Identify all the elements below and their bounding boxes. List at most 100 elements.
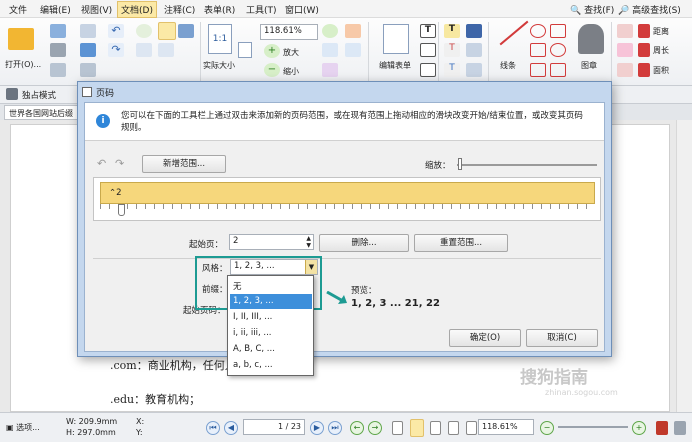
share-icon[interactable] xyxy=(80,43,96,57)
email-icon[interactable] xyxy=(80,24,96,38)
cancel-button[interactable]: 取消(C) xyxy=(526,329,598,347)
zoom-out-icon[interactable]: − xyxy=(264,63,280,77)
zoom-in-icon[interactable]: + xyxy=(264,44,280,58)
reset-range-button[interactable]: 重置范围... xyxy=(414,234,508,252)
exclusive-mode-button[interactable]: 独占模式 xyxy=(22,89,56,101)
exclusive-mode-icon[interactable] xyxy=(6,88,18,100)
perimeter-icon[interactable] xyxy=(638,43,650,57)
area-label[interactable]: 面积 xyxy=(653,65,669,76)
perimeter-label[interactable]: 周长 xyxy=(653,45,669,56)
edit-form-label[interactable]: 编辑表单 xyxy=(379,60,411,71)
page-icon[interactable] xyxy=(50,63,66,77)
redo-icon[interactable]: ↷ xyxy=(108,43,124,57)
stamp-label[interactable]: 图章 xyxy=(581,60,597,71)
document-tab[interactable]: 世界各国网站后缀 xyxy=(4,105,78,120)
status-zoom-out-icon[interactable]: − xyxy=(540,421,554,435)
next-page-button[interactable]: ▶ xyxy=(310,421,324,435)
style-option[interactable]: a, b, c, ... xyxy=(230,358,312,373)
redo-icon[interactable]: ↷ xyxy=(115,157,124,170)
menu-file[interactable]: 文件 xyxy=(9,3,27,16)
area-highlight-icon[interactable] xyxy=(617,63,633,77)
continuous-facing-icon[interactable] xyxy=(448,421,459,435)
polygon-icon[interactable] xyxy=(550,24,566,38)
undo-icon[interactable]: ↶ xyxy=(97,157,106,170)
open-folder-icon[interactable] xyxy=(8,28,34,50)
first-page-button[interactable]: ⏮ xyxy=(206,421,220,435)
stamp-icon[interactable] xyxy=(578,24,604,54)
save-icon[interactable] xyxy=(50,24,66,38)
single-page-icon[interactable] xyxy=(392,421,403,435)
open-label[interactable]: 打开(O)... xyxy=(5,59,41,70)
underline-icon[interactable]: T xyxy=(444,63,460,77)
style-option[interactable]: I, II, III, ... xyxy=(230,310,312,325)
continuous-page-icon[interactable] xyxy=(410,419,424,437)
style-option[interactable]: 无 xyxy=(230,278,312,293)
new-range-button[interactable]: 新增范围... xyxy=(142,155,226,173)
zoom-slider-thumb[interactable] xyxy=(458,158,462,170)
resize-grip-icon[interactable] xyxy=(674,421,686,435)
paperclip-icon[interactable] xyxy=(466,43,482,57)
textbox-icon[interactable] xyxy=(420,43,436,57)
select-area-icon[interactable] xyxy=(158,43,174,57)
line-tool-icon[interactable] xyxy=(499,20,529,46)
fit-page-icon[interactable] xyxy=(238,42,252,58)
attach-icon[interactable] xyxy=(466,24,482,38)
sound-icon[interactable] xyxy=(466,63,482,77)
start-page-input[interactable]: 2 ▲ ▼ xyxy=(229,234,314,250)
circle-icon[interactable] xyxy=(530,24,546,38)
options-button[interactable]: ▣ 选项... xyxy=(6,422,40,433)
facing-page-icon[interactable] xyxy=(430,421,441,435)
delete-button[interactable]: 删除... xyxy=(319,234,409,252)
pentagon-icon[interactable] xyxy=(550,63,566,77)
back-icon[interactable] xyxy=(136,24,152,38)
loupe-icon[interactable] xyxy=(345,24,361,38)
split-view-icon[interactable] xyxy=(466,421,477,435)
spin-icon[interactable]: ▲ ▼ xyxy=(306,235,311,249)
prev-page-button[interactable]: ◀ xyxy=(224,421,238,435)
shape-icon[interactable] xyxy=(530,63,546,77)
distance-icon[interactable] xyxy=(638,24,650,38)
menu-form[interactable]: 表单(R) xyxy=(204,3,235,16)
status-zoom-in-icon[interactable]: + xyxy=(632,421,646,435)
menu-view[interactable]: 视图(V) xyxy=(81,3,112,16)
go-forward-icon[interactable]: → xyxy=(368,421,382,435)
distance-label[interactable]: 距离 xyxy=(653,26,669,37)
menu-comment[interactable]: 注释(C) xyxy=(164,3,195,16)
eraser-icon[interactable] xyxy=(617,43,633,57)
doc-icon[interactable] xyxy=(80,63,96,77)
last-page-button[interactable]: ⏭ xyxy=(328,421,342,435)
menu-window[interactable]: 窗口(W) xyxy=(285,3,319,16)
page-range-bar[interactable]: ⌃2 xyxy=(100,182,595,204)
typewriter-icon[interactable]: T xyxy=(444,24,460,38)
style-option-selected[interactable]: 1, 2, 3, ... xyxy=(230,294,312,309)
vertical-scrollbar[interactable] xyxy=(676,120,692,412)
pdf-icon[interactable] xyxy=(656,421,668,435)
area-icon[interactable] xyxy=(638,63,650,77)
rotate-right-icon[interactable] xyxy=(345,43,361,57)
zoom-combo[interactable]: 118.61% xyxy=(260,24,318,40)
style-option[interactable]: i, ii, iii, ... xyxy=(230,326,312,341)
lines-label[interactable]: 线条 xyxy=(500,60,516,71)
list-icon[interactable] xyxy=(420,63,436,77)
menu-edit[interactable]: 编辑(E) xyxy=(40,3,71,16)
undo-icon[interactable]: ↶ xyxy=(108,24,124,38)
find-button[interactable]: 🔍 查找(F) xyxy=(570,3,614,16)
menu-tools[interactable]: 工具(T) xyxy=(246,3,277,16)
rotate-icon[interactable] xyxy=(322,43,338,57)
rectangle-icon[interactable] xyxy=(530,43,546,57)
zoom-tool-icon[interactable] xyxy=(322,24,338,38)
zoom-slider[interactable] xyxy=(558,426,628,428)
strikeout-icon[interactable]: T xyxy=(444,43,460,57)
range-slider-handle[interactable] xyxy=(118,204,125,216)
pencil-icon[interactable] xyxy=(617,24,633,38)
zoom-out-label[interactable]: 缩小 xyxy=(283,66,299,77)
hand-tool-icon[interactable] xyxy=(158,22,176,40)
select-text-icon[interactable] xyxy=(136,43,152,57)
snapshot-icon[interactable] xyxy=(178,24,194,38)
status-zoom-combo[interactable]: 118.61% xyxy=(478,419,534,435)
cloud-icon[interactable] xyxy=(550,43,566,57)
reflow-icon[interactable] xyxy=(322,63,338,77)
ok-button[interactable]: 确定(O) xyxy=(449,329,521,347)
zoom-in-label[interactable]: 放大 xyxy=(283,47,299,58)
style-option[interactable]: A, B, C, ... xyxy=(230,342,312,357)
